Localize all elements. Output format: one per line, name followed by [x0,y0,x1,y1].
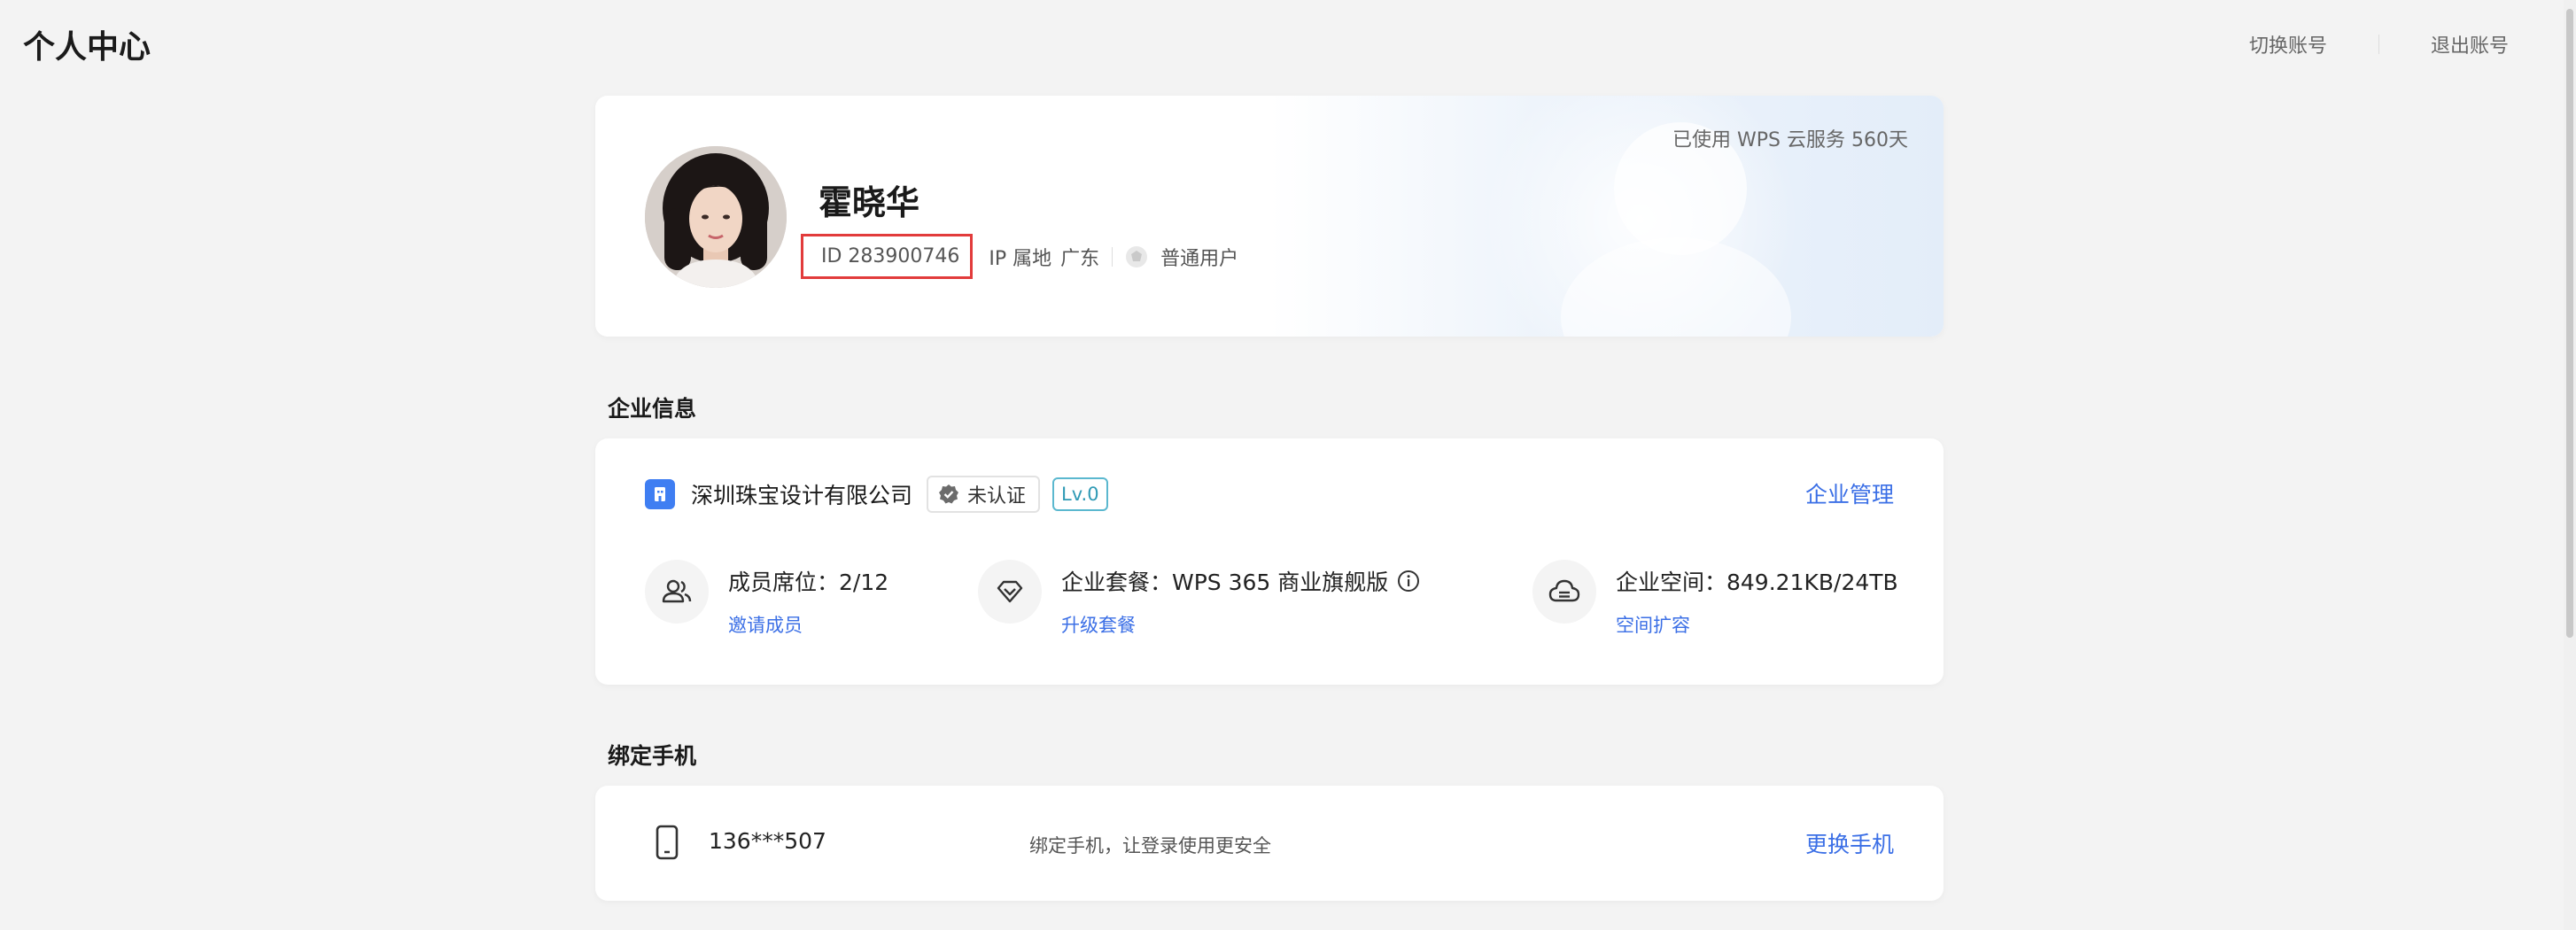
switch-account-link[interactable]: 切换账号 [2249,30,2327,58]
top-actions: 切换账号 退出账号 [2249,30,2509,58]
divider [1112,246,1113,267]
phone-number: 136***507 [709,828,826,854]
profile-card: 霍晓华 ID 283900746 IP 属地 广东 普通用户 已使用 WPS 云… [595,96,1944,337]
level-tag: Lv.0 [1052,477,1108,511]
company-header: 深圳珠宝设计有限公司 未认证 Lv.0 [645,476,1108,513]
ip-label: IP 属地 [989,247,1052,270]
verification-label: 未认证 [967,485,1027,508]
scrollbar-thumb[interactable] [2566,9,2573,638]
enterprise-manage-link[interactable]: 企业管理 [1805,477,1894,509]
user-name: 霍晓华 [819,183,920,222]
ip-value: 广东 [1060,247,1100,270]
info-icon[interactable] [1397,570,1420,593]
diamond-icon [978,560,1042,624]
upgrade-package-link[interactable]: 升级套餐 [1061,611,1420,638]
avatar[interactable] [645,146,787,288]
storage-label: 企业空间：849.21KB/24TB [1616,570,1898,595]
user-type: 普通用户 [1160,247,1239,270]
package-label: 企业套餐：WPS 365 商业旗舰版 [1061,570,1389,595]
member-seats-label: 成员席位：2/12 [728,570,889,595]
company-icon [645,479,675,509]
divider [2378,35,2379,54]
user-badge-icon [1126,245,1148,267]
verify-badge-icon [939,484,959,504]
expand-storage-link[interactable]: 空间扩容 [1616,611,1898,638]
members-icon [645,560,709,624]
avatar-image [645,146,787,288]
cloud-storage-icon [1532,560,1596,624]
user-id: ID 283900746 [801,234,974,279]
company-name: 深圳珠宝设计有限公司 [691,483,913,508]
phone-section-title: 绑定手机 [608,743,697,769]
enterprise-section-title: 企业信息 [608,396,697,422]
page-title: 个人中心 [23,29,151,66]
logout-link[interactable]: 退出账号 [2431,30,2509,58]
stat-storage: 企业空间：849.21KB/24TB 空间扩容 [1532,560,1898,638]
phone-hint: 绑定手机，让登录使用更安全 [1029,835,1271,856]
scrollbar[interactable] [2564,0,2576,930]
phone-icon [656,825,679,860]
invite-members-link[interactable]: 邀请成员 [728,611,888,638]
verification-tag[interactable]: 未认证 [927,476,1041,513]
stat-member-seats: 成员席位：2/12 邀请成员 [645,560,888,638]
service-days: 已使用 WPS 云服务 560天 [1672,129,1908,151]
enterprise-card: 深圳珠宝设计有限公司 未认证 Lv.0 企业管理 成员席位：2/12 邀请成员 [595,438,1944,685]
profile-meta: ID 283900746 IP 属地 广东 普通用户 [801,234,1239,279]
change-phone-link[interactable]: 更换手机 [1805,827,1894,859]
stat-package: 企业套餐：WPS 365 商业旗舰版 升级套餐 [978,560,1420,638]
phone-card: 136***507 绑定手机，让登录使用更安全 更换手机 [595,786,1944,901]
